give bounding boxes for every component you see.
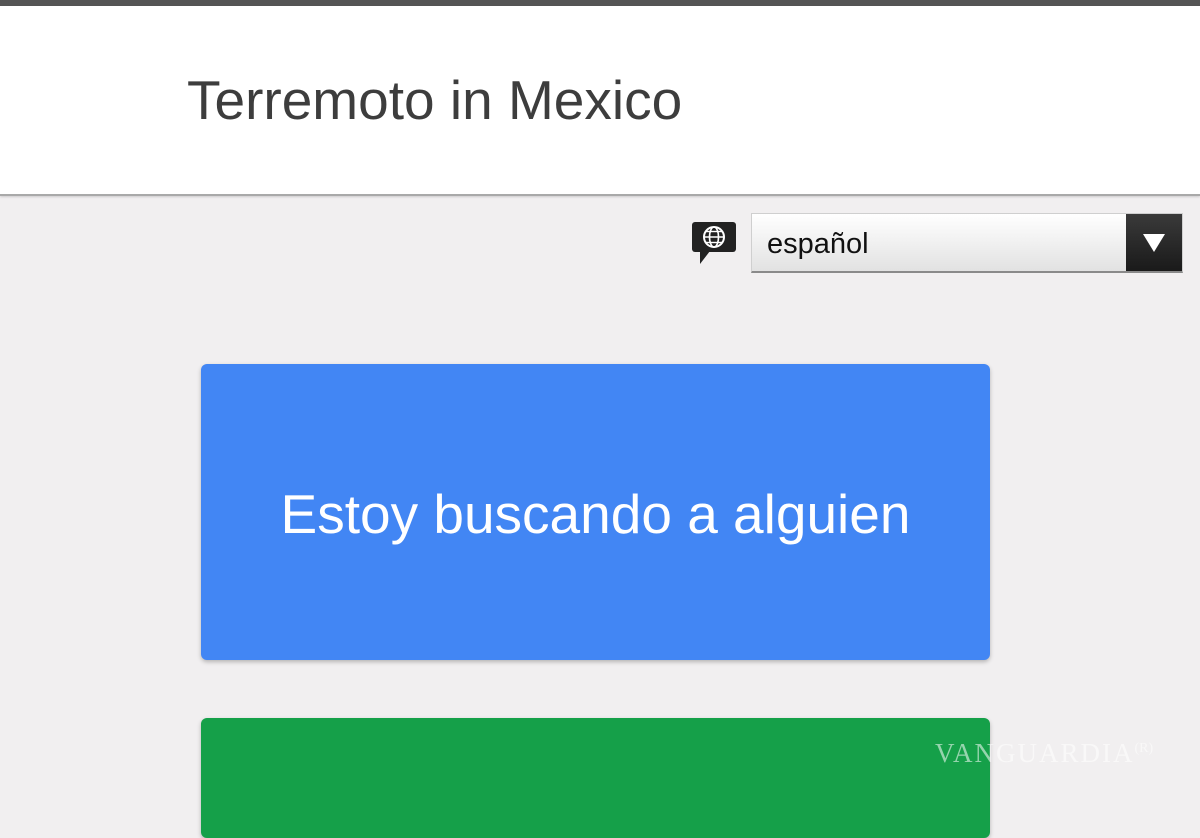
language-select[interactable]: español xyxy=(751,213,1183,273)
page-header: Terremoto in Mexico xyxy=(0,6,1200,196)
watermark-text: VANGUARDIA xyxy=(935,738,1135,768)
globe-speech-bubble-icon xyxy=(692,222,736,264)
vanguardia-watermark: VANGUARDIA(R) xyxy=(935,738,1153,769)
looking-for-someone-button[interactable]: Estoy buscando a alguien xyxy=(201,364,990,660)
language-dropdown-toggle[interactable] xyxy=(1126,214,1182,271)
language-select-value: español xyxy=(767,228,869,260)
have-information-button[interactable] xyxy=(201,718,990,838)
page-title: Terremoto in Mexico xyxy=(187,69,683,131)
looking-for-someone-label: Estoy buscando a alguien xyxy=(280,483,911,545)
triangle-down-icon xyxy=(1143,234,1165,252)
watermark-registered-mark: (R) xyxy=(1134,741,1154,756)
